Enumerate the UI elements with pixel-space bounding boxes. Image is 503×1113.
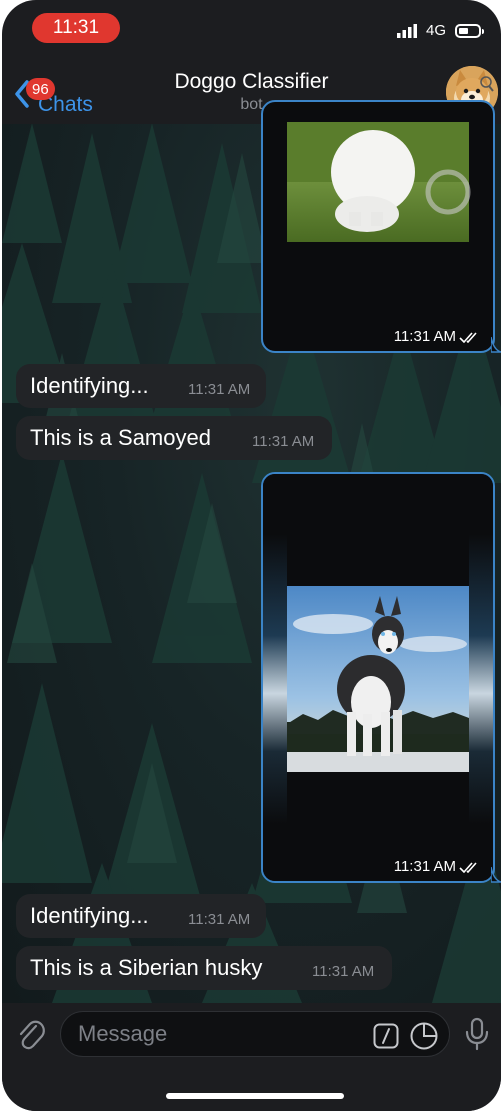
sticker-icon[interactable] [409, 1021, 439, 1051]
battery-icon [455, 24, 484, 38]
double-check-read-icon [459, 331, 477, 343]
chat-title[interactable]: Doggo Classifier [2, 70, 501, 94]
outgoing-photo-message[interactable]: 11:31 AM [261, 100, 495, 353]
photo-timestamp: 11:31 AM [394, 858, 479, 875]
microphone-icon[interactable] [465, 1017, 489, 1051]
bubble-tail [491, 337, 501, 353]
message-timestamp: 11:31 AM [188, 381, 251, 398]
network-type: 4G [426, 22, 447, 39]
message-text: This is a Samoyed [30, 425, 211, 450]
incoming-text-message[interactable]: This is a Samoyed 11:31 AM [16, 416, 332, 460]
double-check-read-icon [459, 861, 477, 873]
outgoing-photo-message[interactable]: 11:31 AM [261, 472, 495, 883]
paperclip-icon[interactable] [16, 1017, 46, 1051]
status-bar: 11:31 4G [2, 0, 501, 54]
message-text: This is a Siberian husky [30, 955, 263, 980]
message-timestamp: 11:31 AM [312, 963, 375, 980]
cellular-signal-icon [397, 24, 417, 38]
phone-screen: 11:31 4G Chats 96 Doggo Classifier bot 1… [2, 0, 501, 1111]
message-timestamp: 11:31 AM [252, 433, 315, 450]
incoming-text-message[interactable]: Identifying... 11:31 AM [16, 364, 266, 408]
photo-timestamp: 11:31 AM [394, 328, 479, 345]
samoyed-photo [263, 122, 493, 242]
home-indicator[interactable] [166, 1093, 344, 1099]
bot-command-icon[interactable] [373, 1023, 399, 1049]
status-time: 11:31 [32, 13, 120, 43]
bubble-tail [491, 867, 501, 883]
incoming-text-message[interactable]: This is a Siberian husky 11:31 AM [16, 946, 392, 990]
incoming-text-message[interactable]: Identifying... 11:31 AM [16, 894, 266, 938]
siberian-husky-photo [263, 474, 493, 881]
message-text: Identifying... [30, 903, 149, 928]
message-text: Identifying... [30, 373, 149, 398]
message-timestamp: 11:31 AM [188, 911, 251, 928]
